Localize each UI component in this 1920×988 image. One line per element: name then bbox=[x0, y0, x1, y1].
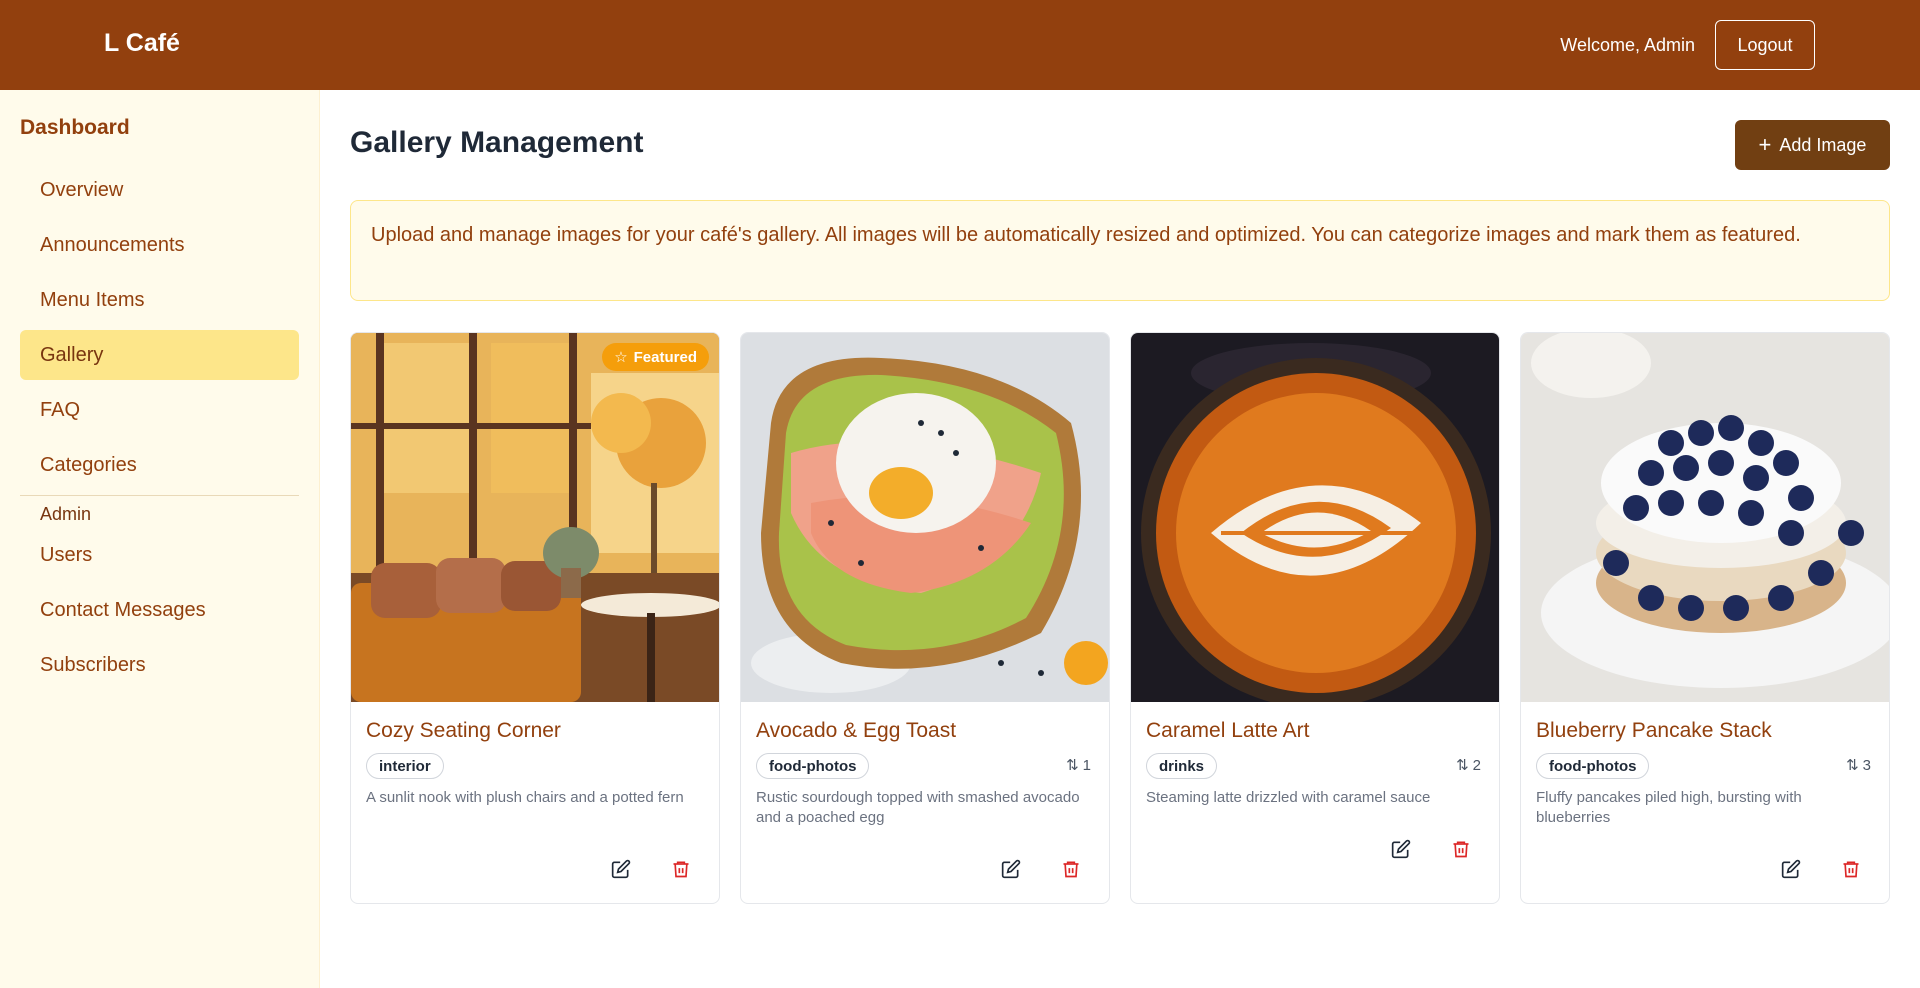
sort-order-icon: ⇅ bbox=[1066, 757, 1079, 774]
card-title: Blueberry Pancake Stack bbox=[1536, 719, 1772, 742]
sidebar-section-admin: Admin bbox=[40, 504, 92, 524]
delete-button[interactable] bbox=[1446, 834, 1476, 864]
plus-icon: + bbox=[1758, 132, 1772, 157]
welcome-text: Welcome, Admin bbox=[1560, 35, 1695, 55]
add-image-button[interactable]: + Add Image bbox=[1735, 120, 1890, 170]
sort-order-value: 2 bbox=[1472, 756, 1481, 774]
gallery-card: Blueberry Pancake Stack food-photos ⇅ 3 … bbox=[1520, 332, 1890, 904]
edit-icon bbox=[1001, 859, 1021, 879]
delete-button[interactable] bbox=[666, 854, 696, 884]
delete-button[interactable] bbox=[1056, 854, 1086, 884]
edit-icon bbox=[1391, 839, 1411, 859]
card-title: Cozy Seating Corner bbox=[366, 719, 561, 742]
gallery-image[interactable]: ☆ Featured bbox=[351, 333, 719, 702]
sidebar-item-announcements[interactable]: Announcements bbox=[20, 220, 299, 270]
latte-art-image bbox=[1131, 333, 1499, 702]
sidebar-item-categories[interactable]: Categories bbox=[20, 440, 299, 490]
logout-button[interactable]: Logout bbox=[1715, 20, 1815, 70]
sidebar-item-menu-items[interactable]: Menu Items bbox=[20, 275, 299, 325]
card-description: Rustic sourdough topped with smashed avo… bbox=[756, 789, 1080, 826]
info-banner: Upload and manage images for your café's… bbox=[350, 200, 1890, 301]
gallery-image[interactable] bbox=[741, 333, 1109, 702]
category-tag: food-photos bbox=[756, 753, 870, 779]
sidebar-item-users[interactable]: Users bbox=[20, 530, 299, 580]
sidebar: Dashboard Overview Announcements Menu It… bbox=[0, 90, 320, 988]
featured-badge: ☆ Featured bbox=[602, 343, 709, 371]
sort-order: ⇅ 1 bbox=[1066, 756, 1091, 775]
category-tag: interior bbox=[366, 753, 444, 779]
sort-order: ⇅ 2 bbox=[1456, 756, 1481, 775]
sort-order-icon: ⇅ bbox=[1846, 757, 1859, 774]
top-navbar: L Café Welcome, Admin Logout bbox=[0, 0, 1920, 90]
sort-order: ⇅ 3 bbox=[1846, 756, 1871, 775]
add-image-label: Add Image bbox=[1779, 134, 1867, 155]
delete-button[interactable] bbox=[1836, 854, 1866, 884]
sidebar-item-subscribers[interactable]: Subscribers bbox=[20, 640, 299, 690]
sort-order-icon: ⇅ bbox=[1456, 757, 1469, 774]
edit-button[interactable] bbox=[1776, 854, 1806, 884]
gallery-image[interactable] bbox=[1131, 333, 1499, 702]
avocado-toast-image bbox=[741, 333, 1109, 702]
gallery-card: ☆ Featured Cozy Seating Corner interior … bbox=[350, 332, 720, 904]
gallery-card: Avocado & Egg Toast food-photos ⇅ 1 Rust… bbox=[740, 332, 1110, 904]
trash-icon bbox=[1843, 861, 1859, 878]
card-description: Fluffy pancakes piled high, bursting wit… bbox=[1536, 789, 1802, 826]
category-tag: drinks bbox=[1146, 753, 1218, 779]
edit-button[interactable] bbox=[996, 854, 1026, 884]
sidebar-item-contact-messages[interactable]: Contact Messages bbox=[20, 585, 299, 635]
sidebar-title: Dashboard bbox=[20, 116, 130, 139]
edit-icon bbox=[611, 859, 631, 879]
sidebar-item-gallery[interactable]: Gallery bbox=[20, 330, 299, 380]
card-title: Caramel Latte Art bbox=[1146, 719, 1310, 742]
sidebar-item-faq[interactable]: FAQ bbox=[20, 385, 299, 435]
star-icon: ☆ bbox=[614, 349, 628, 366]
card-description: Steaming latte drizzled with caramel sau… bbox=[1146, 789, 1431, 806]
sidebar-divider bbox=[20, 495, 299, 496]
trash-icon bbox=[1063, 861, 1079, 878]
featured-label: Featured bbox=[633, 348, 697, 366]
card-title: Avocado & Egg Toast bbox=[756, 719, 957, 742]
sort-order-value: 1 bbox=[1082, 756, 1091, 774]
brand-logo[interactable]: L Café bbox=[104, 29, 180, 58]
trash-icon bbox=[1453, 841, 1469, 858]
gallery-card: Caramel Latte Art drinks ⇅ 2 Steaming la… bbox=[1130, 332, 1500, 904]
sidebar-item-overview[interactable]: Overview bbox=[20, 165, 299, 215]
sort-order-value: 3 bbox=[1862, 756, 1871, 774]
card-description: A sunlit nook with plush chairs and a po… bbox=[366, 789, 684, 806]
gallery-image[interactable] bbox=[1521, 333, 1889, 702]
blueberry-pancake-image bbox=[1521, 333, 1889, 702]
edit-icon bbox=[1781, 859, 1801, 879]
page-title: Gallery Management bbox=[350, 126, 644, 159]
category-tag: food-photos bbox=[1536, 753, 1650, 779]
edit-button[interactable] bbox=[1386, 834, 1416, 864]
edit-button[interactable] bbox=[606, 854, 636, 884]
trash-icon bbox=[673, 861, 689, 878]
cozy-seating-image bbox=[351, 333, 719, 702]
